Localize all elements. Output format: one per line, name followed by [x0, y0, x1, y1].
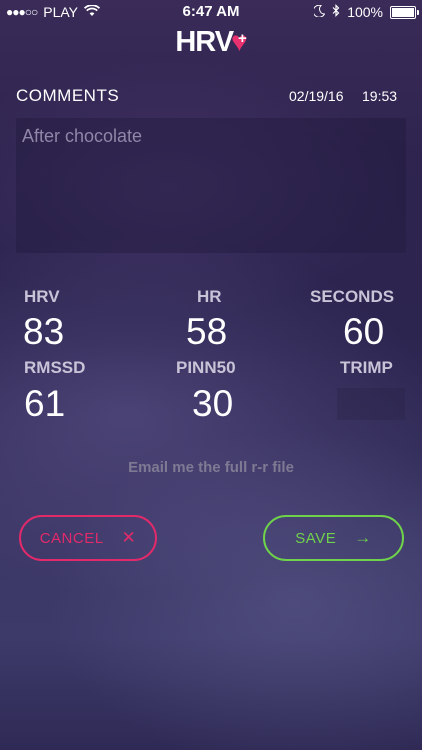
status-bar: ●●●○○ PLAY 6:47 AM 100%	[0, 0, 422, 24]
logo-text: HRV	[175, 26, 234, 58]
close-icon: ✕	[121, 528, 137, 547]
cancel-button-label: CANCEL	[39, 529, 104, 547]
comments-label: COMMENTS	[16, 86, 120, 105]
session-date: 02/19/16	[289, 88, 344, 104]
email-rr-file-link[interactable]: Email me the full r-r file	[0, 459, 422, 476]
hrv-label: HRV	[24, 287, 60, 306]
save-button[interactable]: SAVE →	[263, 515, 404, 561]
save-button-label: SAVE	[295, 529, 337, 547]
arrow-right-icon: →	[354, 528, 372, 547]
battery-level	[392, 7, 414, 17]
battery-icon	[390, 5, 419, 19]
heart-plus-icon: ♥ +	[231, 26, 248, 57]
comment-text: After chocolate	[22, 126, 143, 146]
hr-label: HR	[197, 287, 222, 306]
app-logo: HRV♥ +	[0, 26, 422, 59]
trimp-label: TRIMP	[340, 358, 393, 377]
battery-percent: 100%	[347, 4, 383, 20]
hr-value: 58	[186, 311, 228, 352]
status-right: 100%	[312, 4, 419, 20]
rmssd-value: 61	[24, 383, 66, 424]
session-time: 19:53	[362, 88, 398, 104]
cancel-button[interactable]: CANCEL ✕	[19, 515, 157, 561]
pnn50-value: 30	[192, 383, 234, 424]
bluetooth-icon	[332, 4, 340, 20]
seconds-label: SECONDS	[310, 287, 395, 306]
moon-icon	[312, 4, 326, 20]
pnn50-label: PINN50	[176, 358, 236, 377]
seconds-value: 60	[343, 311, 385, 352]
rmssd-label: RMSSD	[24, 358, 86, 377]
hrv-value: 83	[23, 311, 65, 352]
trimp-value-field	[337, 388, 405, 420]
